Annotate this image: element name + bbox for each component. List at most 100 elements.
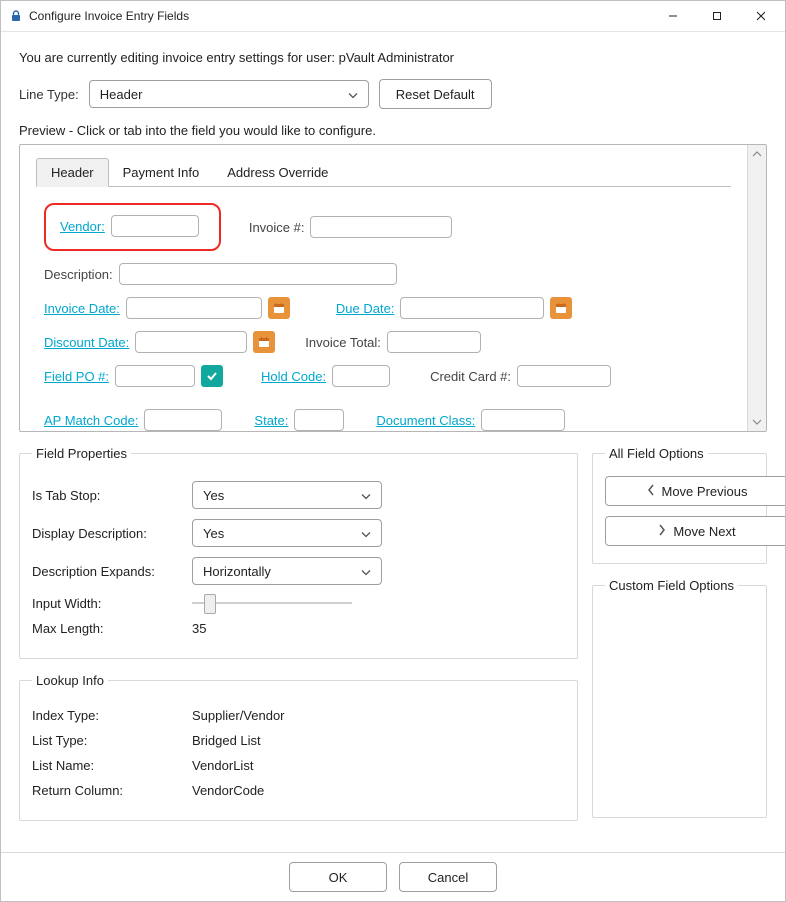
custom-field-options-legend: Custom Field Options	[605, 578, 738, 593]
tab-payment-info[interactable]: Payment Info	[109, 159, 214, 186]
state-label[interactable]: State:	[254, 413, 288, 428]
calendar-icon[interactable]	[550, 297, 572, 319]
titlebar: Configure Invoice Entry Fields	[1, 1, 785, 32]
cancel-button[interactable]: Cancel	[399, 862, 497, 892]
list-type-label: List Type:	[32, 733, 192, 748]
field-properties-panel: Field Properties Is Tab Stop: Yes Displa…	[19, 446, 578, 659]
list-name-value: VendorList	[192, 758, 253, 773]
description-expands-select[interactable]: Horizontally	[192, 557, 382, 585]
display-description-select[interactable]: Yes	[192, 519, 382, 547]
lock-icon	[9, 9, 23, 23]
index-type-value: Supplier/Vendor	[192, 708, 285, 723]
dialog-footer: OK Cancel	[1, 852, 785, 901]
chevron-down-icon	[361, 488, 371, 503]
line-type-label: Line Type:	[19, 87, 79, 102]
invoice-number-input[interactable]	[310, 216, 452, 238]
return-column-value: VendorCode	[192, 783, 264, 798]
field-po-label[interactable]: Field PO #:	[44, 369, 109, 384]
intro-text: You are currently editing invoice entry …	[19, 44, 767, 79]
move-next-button[interactable]: Move Next	[605, 516, 785, 546]
invoice-total-input[interactable]	[387, 331, 481, 353]
ap-match-code-label[interactable]: AP Match Code:	[44, 413, 138, 428]
line-type-select[interactable]: Header	[89, 80, 369, 108]
lookup-info-legend: Lookup Info	[32, 673, 108, 688]
is-tab-stop-label: Is Tab Stop:	[32, 488, 192, 503]
tab-header[interactable]: Header	[36, 158, 109, 187]
reset-default-button[interactable]: Reset Default	[379, 79, 492, 109]
slider-thumb[interactable]	[204, 594, 216, 614]
display-description-label: Display Description:	[32, 526, 192, 541]
preview-label: Preview - Click or tab into the field yo…	[19, 123, 767, 138]
preview-panel: Header Payment Info Address Override Ven…	[19, 144, 767, 432]
chevron-left-icon	[646, 484, 656, 499]
move-previous-button[interactable]: Move Previous	[605, 476, 785, 506]
hold-code-label[interactable]: Hold Code:	[261, 369, 326, 384]
invoice-number-label: Invoice #:	[249, 220, 305, 235]
is-tab-stop-select[interactable]: Yes	[192, 481, 382, 509]
maximize-button[interactable]	[695, 2, 739, 30]
credit-card-label: Credit Card #:	[430, 369, 511, 384]
input-width-slider[interactable]	[192, 595, 352, 611]
list-name-label: List Name:	[32, 758, 192, 773]
all-field-options-legend: All Field Options	[605, 446, 708, 461]
reset-default-label: Reset Default	[396, 87, 475, 102]
field-properties-legend: Field Properties	[32, 446, 131, 461]
tab-address-override[interactable]: Address Override	[213, 159, 342, 186]
scroll-down-icon[interactable]	[748, 413, 766, 431]
document-class-label[interactable]: Document Class:	[376, 413, 475, 428]
dialog-window: Configure Invoice Entry Fields You are c…	[0, 0, 786, 902]
return-column-label: Return Column:	[32, 783, 192, 798]
chevron-down-icon	[361, 526, 371, 541]
input-width-label: Input Width:	[32, 596, 192, 611]
check-icon[interactable]	[201, 365, 223, 387]
discount-date-label[interactable]: Discount Date:	[44, 335, 129, 350]
left-column: Field Properties Is Tab Stop: Yes Displa…	[19, 446, 578, 821]
lookup-info-panel: Lookup Info Index Type: Supplier/Vendor …	[19, 673, 578, 821]
chevron-right-icon	[657, 524, 667, 539]
chevron-down-icon	[348, 87, 358, 102]
calendar-icon[interactable]	[253, 331, 275, 353]
line-type-value: Header	[100, 87, 143, 102]
slider-track	[192, 602, 352, 604]
discount-date-input[interactable]	[135, 331, 247, 353]
all-field-options-panel: All Field Options Move Previous Move Nex…	[592, 446, 767, 564]
ap-match-code-input[interactable]	[144, 409, 222, 431]
right-column: All Field Options Move Previous Move Nex…	[592, 446, 767, 821]
index-type-label: Index Type:	[32, 708, 192, 723]
invoice-date-input[interactable]	[126, 297, 262, 319]
close-button[interactable]	[739, 2, 783, 30]
tab-content: Vendor: Invoice #: Description:	[36, 187, 731, 431]
ok-button[interactable]: OK	[289, 862, 387, 892]
vendor-field-highlight: Vendor:	[44, 203, 221, 251]
scroll-up-icon[interactable]	[748, 145, 766, 163]
credit-card-input[interactable]	[517, 365, 611, 387]
titlebar-left: Configure Invoice Entry Fields	[9, 9, 189, 23]
custom-field-options-panel: Custom Field Options	[592, 578, 767, 818]
calendar-icon[interactable]	[268, 297, 290, 319]
description-expands-label: Description Expands:	[32, 564, 192, 579]
hold-code-input[interactable]	[332, 365, 390, 387]
line-type-row: Line Type: Header Reset Default	[19, 79, 767, 109]
state-input[interactable]	[294, 409, 344, 431]
content-area: You are currently editing invoice entry …	[1, 32, 785, 852]
titlebar-controls	[651, 2, 783, 30]
document-class-input[interactable]	[481, 409, 565, 431]
vendor-label[interactable]: Vendor:	[60, 219, 105, 234]
description-input[interactable]	[119, 263, 397, 285]
field-po-input[interactable]	[115, 365, 195, 387]
options-columns: Field Properties Is Tab Stop: Yes Displa…	[19, 446, 767, 821]
due-date-input[interactable]	[400, 297, 544, 319]
preview-scrollbar[interactable]	[747, 145, 766, 431]
invoice-total-label: Invoice Total:	[305, 335, 381, 350]
due-date-label[interactable]: Due Date:	[336, 301, 395, 316]
invoice-date-label[interactable]: Invoice Date:	[44, 301, 120, 316]
chevron-down-icon	[361, 564, 371, 579]
list-type-value: Bridged List	[192, 733, 261, 748]
preview-tabs: Header Payment Info Address Override	[36, 157, 731, 187]
max-length-value: 35	[192, 621, 206, 636]
vendor-input[interactable]	[111, 215, 199, 237]
window-title: Configure Invoice Entry Fields	[29, 9, 189, 23]
preview-inner: Header Payment Info Address Override Ven…	[20, 145, 747, 431]
minimize-button[interactable]	[651, 2, 695, 30]
description-label: Description:	[44, 267, 113, 282]
